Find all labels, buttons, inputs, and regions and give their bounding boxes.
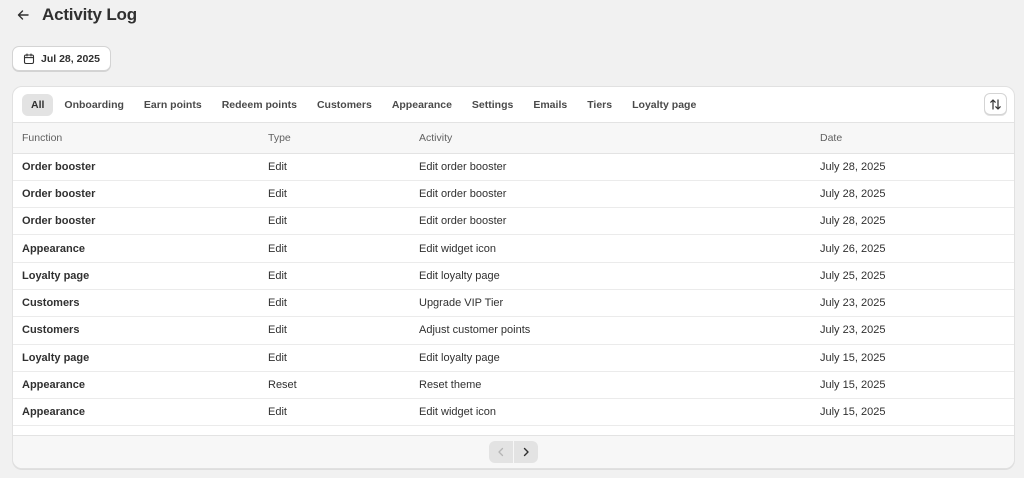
table-row[interactable]: Order booster Edit Edit order booster Ju… <box>13 153 1014 181</box>
cell-activity: Edit loyalty page <box>419 262 820 290</box>
table-row[interactable]: Customers Edit Adjust customer points Ju… <box>13 316 1014 345</box>
chevron-left-icon <box>498 447 504 457</box>
tab-customers[interactable]: Customers <box>308 94 381 116</box>
cell-type: Edit <box>268 398 419 427</box>
cell-function: Appearance <box>13 371 268 400</box>
column-header-type: Type <box>268 123 419 154</box>
arrow-left-icon <box>17 10 29 20</box>
tab-loyalty-page[interactable]: Loyalty page <box>623 94 705 116</box>
cell-date: July 15, 2025 <box>820 371 1014 400</box>
back-button[interactable] <box>14 6 32 24</box>
cell-type: Edit <box>268 207 419 236</box>
cell-date: July 28, 2025 <box>820 153 1014 181</box>
column-header-function: Function <box>13 123 268 154</box>
table-row[interactable]: Loyalty page Edit Edit loyalty page July… <box>13 262 1014 290</box>
cell-activity: Upgrade VIP Tier <box>419 289 820 318</box>
column-header-date: Date <box>820 123 1014 154</box>
cell-date: July 26, 2025 <box>820 234 1014 263</box>
tab-all[interactable]: All <box>22 93 54 116</box>
tab-redeem-points[interactable]: Redeem points <box>213 94 306 116</box>
table-row[interactable]: Order booster Edit Edit order booster Ju… <box>13 180 1014 209</box>
cell-function: Customers <box>13 316 268 345</box>
activity-card: All Onboarding Earn points Redeem points… <box>12 86 1015 469</box>
table-row[interactable]: Order booster Edit Edit order booster Ju… <box>13 207 1014 236</box>
next-page-button[interactable] <box>514 441 538 463</box>
table-header-row: Function Type Activity Date <box>13 123 1014 154</box>
cell-function: Order booster <box>13 153 268 181</box>
pagination <box>489 441 538 463</box>
cell-function: Customers <box>13 289 268 318</box>
cell-activity: Edit widget icon <box>419 234 820 263</box>
cell-type: Edit <box>268 262 419 290</box>
cell-function: Order booster <box>13 207 268 236</box>
cell-activity: Reset theme <box>419 371 820 400</box>
table-row[interactable]: Appearance Edit Edit widget icon July 26… <box>13 234 1014 263</box>
cell-function: Appearance <box>13 398 268 427</box>
filter-tabs: All Onboarding Earn points Redeem points… <box>13 87 1014 123</box>
date-filter-button[interactable]: Jul 28, 2025 <box>12 46 111 71</box>
cell-date: July 25, 2025 <box>820 262 1014 290</box>
tab-emails[interactable]: Emails <box>524 94 576 116</box>
cell-date: July 15, 2025 <box>820 398 1014 427</box>
table-row[interactable]: Appearance Reset Reset theme July 15, 20… <box>13 371 1014 400</box>
cell-function: Loyalty page <box>13 344 268 372</box>
cell-function: Appearance <box>13 234 268 263</box>
cell-date: July 28, 2025 <box>820 207 1014 236</box>
cell-activity: Edit widget icon <box>419 398 820 427</box>
cell-function: Loyalty page <box>13 262 268 290</box>
sort-button[interactable] <box>984 93 1007 115</box>
sort-arrows-icon <box>990 98 1001 110</box>
column-header-activity: Activity <box>419 123 820 154</box>
cell-type: Edit <box>268 234 419 263</box>
cell-activity: Edit order booster <box>419 153 820 181</box>
tab-settings[interactable]: Settings <box>463 94 522 116</box>
cell-activity: Edit order booster <box>419 180 820 209</box>
page-title: Activity Log <box>42 5 137 24</box>
cell-activity: Edit order booster <box>419 207 820 236</box>
cell-type: Edit <box>268 153 419 181</box>
cell-type: Reset <box>268 371 419 400</box>
page-header: Activity Log <box>14 4 137 26</box>
calendar-icon <box>23 52 35 64</box>
tab-onboarding[interactable]: Onboarding <box>55 94 133 116</box>
cell-type: Edit <box>268 316 419 345</box>
chevron-right-icon <box>523 447 529 457</box>
activity-table: Function Type Activity Date Order booste… <box>13 123 1014 427</box>
table-row[interactable]: Appearance Edit Edit widget icon July 15… <box>13 398 1014 427</box>
tab-appearance[interactable]: Appearance <box>383 94 461 116</box>
cell-type: Edit <box>268 344 419 372</box>
tab-earn-points[interactable]: Earn points <box>135 94 211 116</box>
previous-page-button[interactable] <box>489 441 513 463</box>
cell-type: Edit <box>268 289 419 318</box>
cell-date: July 23, 2025 <box>820 289 1014 318</box>
cell-function: Order booster <box>13 180 268 209</box>
date-filter-label: Jul 28, 2025 <box>41 52 100 65</box>
cell-type: Edit <box>268 180 419 209</box>
pagination-footer <box>13 435 1014 468</box>
cell-activity: Edit loyalty page <box>419 344 820 372</box>
table-row[interactable]: Customers Edit Upgrade VIP Tier July 23,… <box>13 289 1014 318</box>
cell-date: July 15, 2025 <box>820 344 1014 372</box>
cell-activity: Adjust customer points <box>419 316 820 345</box>
cell-date: July 23, 2025 <box>820 316 1014 345</box>
tab-tiers[interactable]: Tiers <box>578 94 621 116</box>
table-row[interactable]: Loyalty page Edit Edit loyalty page July… <box>13 344 1014 372</box>
cell-date: July 28, 2025 <box>820 180 1014 209</box>
